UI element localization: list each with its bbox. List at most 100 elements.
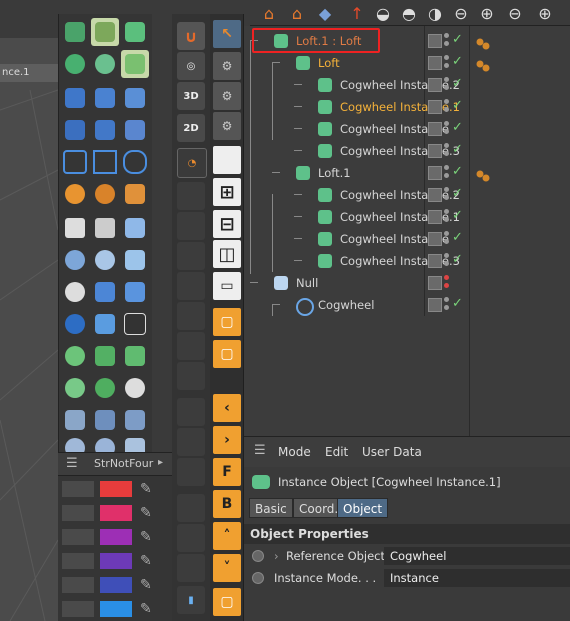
enabled-check-icon[interactable]: ✓ [452,76,463,91]
snap-workplane-icon[interactable] [177,362,205,390]
magnet-icon[interactable]: ∪ [177,22,205,50]
twist-deformer-icon[interactable] [91,84,119,112]
hair-spline-icon[interactable] [121,342,149,370]
hair-gear-icon[interactable] [61,342,89,370]
tab-basic[interactable]: Basic [249,498,293,518]
enabled-check-icon[interactable]: ✓ [452,54,463,69]
layer-color-swatch[interactable] [100,505,132,521]
cogwheel-tag-icon[interactable] [476,57,490,72]
cube-tag-icon[interactable]: ◆ [314,2,336,24]
animate-radio[interactable] [252,572,264,584]
visibility-dots[interactable] [444,55,450,71]
swirl-icon[interactable] [91,374,119,402]
object-row[interactable]: Cogwheel Instance.3 ✓ [244,250,570,272]
iron-tool-icon[interactable] [121,180,149,208]
menu-mode[interactable]: Mode [278,445,311,459]
snap-cage-icon[interactable] [177,554,205,582]
viewport[interactable]: nce.1 [0,0,58,621]
object-row[interactable]: Loft ✓ [244,52,570,74]
bottom-view-icon[interactable]: ˅ [213,554,241,582]
snap-grid-icon[interactable] [177,332,205,360]
eyedropper-icon[interactable]: ✎ [140,577,158,593]
extrude-icon[interactable] [121,18,149,46]
stage-camera-icon[interactable] [91,214,119,242]
layer-checkbox[interactable] [428,210,442,224]
layer-color-swatch[interactable] [100,553,132,569]
layer-row[interactable]: ✎ [60,551,168,571]
horizontal-split-icon[interactable]: ⊟ [213,210,241,238]
visibility-dots[interactable] [444,297,450,313]
layer-checkbox[interactable] [428,122,442,136]
paint-bucket-icon[interactable]: ▮ [177,586,205,614]
object-name[interactable]: Loft.1 [318,166,351,180]
object-row[interactable]: Cogwheel Instance.2 ✓ [244,74,570,96]
object-row[interactable]: Cogwheel Instance.1 ✓ [244,96,570,118]
enabled-check-icon[interactable]: ✓ [452,230,463,245]
property-row[interactable]: Instance Mode. . . Instance [244,567,570,589]
front-view-button[interactable]: F [213,458,241,486]
render-settings-icon[interactable]: ⚙ [213,82,241,110]
menu-user-data[interactable]: User Data [362,445,422,459]
cube-array-icon[interactable] [121,406,149,434]
solo-hierarchy-icon[interactable]: ⊖ [504,2,526,24]
quantize-icon[interactable]: ◔ [177,148,207,178]
enabled-check-icon[interactable]: ✓ [452,142,463,157]
material-sphere-icon[interactable]: ◒ [372,2,394,24]
brush-tool-icon[interactable] [61,180,89,208]
landscape-icon[interactable] [61,406,89,434]
cogwheel-tag-icon[interactable] [476,35,490,50]
material-tag-icon[interactable]: ◓ [398,2,420,24]
layer-color-swatch[interactable] [100,601,132,617]
layer-row[interactable]: ✎ [60,527,168,547]
instance-mode-dropdown[interactable]: Instance [384,569,570,587]
layer-checkbox[interactable] [428,166,442,180]
visibility-dots[interactable] [444,187,450,203]
back-view-button[interactable]: B [213,490,241,518]
layer-row[interactable]: ✎ [60,575,168,595]
visibility-dots[interactable] [444,33,450,49]
polygon-mode-icon[interactable] [61,148,89,176]
cube-primitive-icon[interactable] [61,18,89,46]
visibility-dots[interactable] [444,209,450,225]
enabled-check-icon[interactable]: ✓ [452,252,463,267]
right-view-icon[interactable]: › [213,426,241,454]
eyedropper-icon[interactable]: ✎ [140,505,158,521]
enabled-check-icon[interactable]: ✓ [452,164,463,179]
bend-deformer-icon[interactable] [61,84,89,112]
home-icon[interactable]: ⌂ [258,2,280,24]
visibility-dots[interactable] [444,121,450,137]
cursor-icon[interactable]: ↖ [213,20,241,48]
layer-checkbox[interactable] [428,298,442,312]
snap-tangent-icon[interactable] [177,494,205,522]
eyedropper-icon[interactable]: ✎ [140,553,158,569]
layer-color-swatch[interactable] [100,481,132,497]
environment-icon[interactable] [91,246,119,274]
loft-tool-icon[interactable] [61,50,89,78]
enabled-check-icon[interactable]: ✓ [452,208,463,223]
viewport-tab[interactable]: nce.1 [0,64,58,82]
snap-edge-icon[interactable] [177,212,205,240]
visibility-dots[interactable] [444,143,450,159]
clapboard-icon[interactable] [121,310,149,338]
object-name[interactable]: Loft [318,56,340,70]
visibility-dots[interactable] [444,77,450,93]
iso-view-icon[interactable]: ▢ [213,588,241,616]
hair-cube-icon[interactable] [91,342,119,370]
object-name[interactable]: Null [296,276,318,290]
sky-sphere-icon[interactable] [61,246,89,274]
menu-icon[interactable]: ☰ [254,443,266,458]
layer-checkbox[interactable] [428,276,442,290]
enabled-check-icon[interactable]: ✓ [452,296,463,311]
solo-on-icon[interactable]: ⊕ [476,2,498,24]
four-view-icon[interactable]: ⊞ [213,178,241,206]
eyedropper-icon[interactable]: ✎ [140,529,158,545]
object-row[interactable]: Cogwheel Instance ✓ [244,118,570,140]
left-view-icon[interactable]: ‹ [213,394,241,422]
object-row[interactable]: Cogwheel Instance ✓ [244,228,570,250]
enabled-check-icon[interactable]: ✓ [452,186,463,201]
animate-radio[interactable] [252,550,264,562]
perspective-cube-icon[interactable]: ▢ [213,308,241,336]
enabled-check-icon[interactable]: ✓ [452,32,463,47]
menu-icon[interactable]: ☰ [66,456,78,471]
layer-color-swatch[interactable] [100,529,132,545]
